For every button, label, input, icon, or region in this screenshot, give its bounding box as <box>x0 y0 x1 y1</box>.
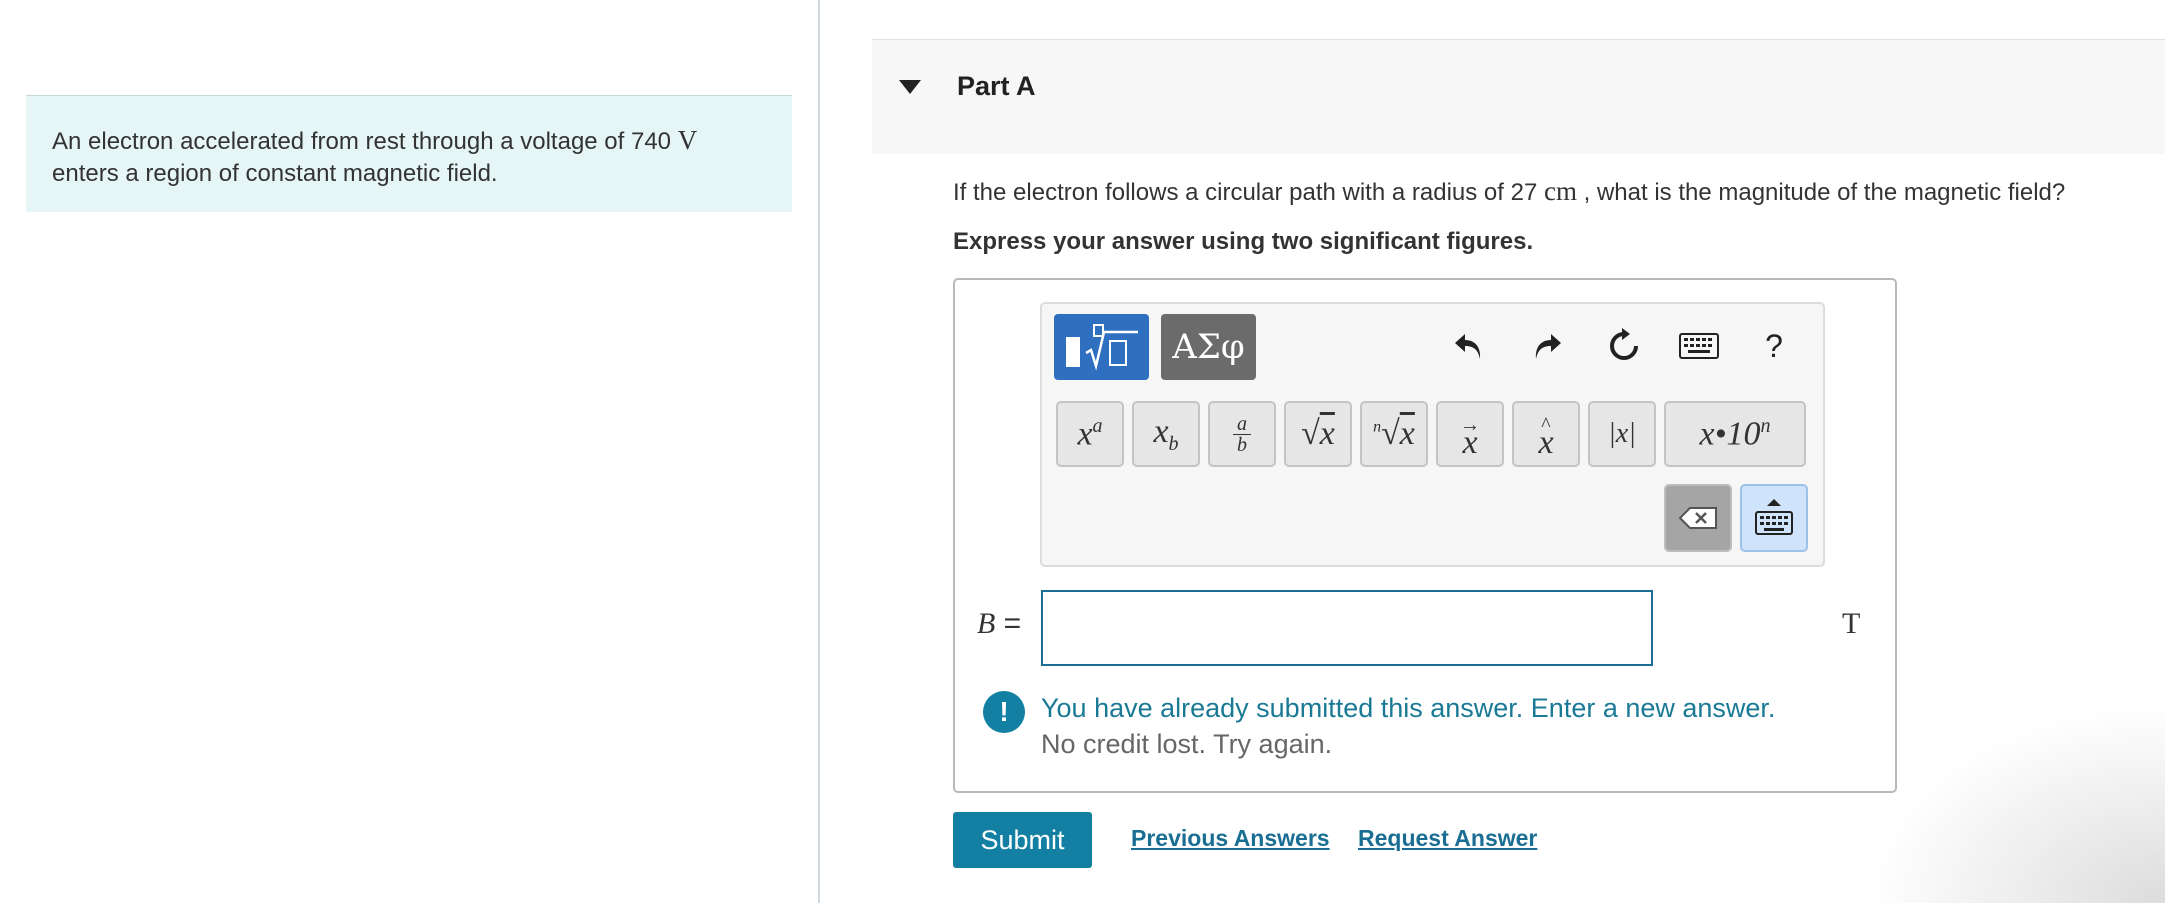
subscript-key[interactable]: xb <box>1132 401 1200 467</box>
square-root-key[interactable]: √x <box>1284 401 1352 467</box>
intro-text: An electron accelerated from rest throug… <box>52 128 678 155</box>
answer-variable: B <box>977 607 996 640</box>
help-icon[interactable]: ? <box>1752 324 1796 368</box>
unit-vector-key[interactable]: ^ x <box>1512 401 1580 467</box>
problem-intro-pane: An electron accelerated from rest throug… <box>0 0 820 903</box>
vector-key[interactable]: → x <box>1436 401 1504 467</box>
part-title: Part A <box>957 71 1036 101</box>
answer-unit: T <box>1842 607 1861 640</box>
redo-icon[interactable] <box>1525 324 1569 368</box>
answer-input[interactable] <box>1041 590 1653 666</box>
templates-tab[interactable] <box>1054 314 1149 380</box>
backspace-icon <box>1678 507 1717 529</box>
math-toolbar: ΑΣφ ? xa xb ab √x n√x → x ^ x |x| x•10n <box>1040 302 1825 567</box>
superscript-key[interactable]: xa <box>1056 401 1124 467</box>
reset-icon[interactable] <box>1602 324 1646 368</box>
equals-sign: = <box>1003 607 1022 640</box>
feedback-message: You have already submitted this answer. … <box>1041 693 1776 723</box>
backspace-key[interactable] <box>1664 484 1732 552</box>
question-text: If the electron follows a circular path … <box>953 176 2065 207</box>
question-text-end: , what is the magnitude of the magnetic … <box>1576 179 2066 206</box>
nth-root-key[interactable]: n√x <box>1360 401 1428 467</box>
collapse-caret-icon[interactable] <box>899 80 921 94</box>
warning-icon: ! <box>983 691 1025 733</box>
fraction-key[interactable]: ab <box>1208 401 1276 467</box>
show-keyboard-key[interactable] <box>1740 484 1808 552</box>
absolute-value-key[interactable]: |x| <box>1588 401 1656 467</box>
intro-unit: V <box>677 125 698 155</box>
instruction-text: Express your answer using two significan… <box>953 228 1534 255</box>
part-header[interactable]: Part A <box>872 39 2165 154</box>
intro-text-continued: enters a region of constant magnetic fie… <box>52 160 498 187</box>
keyboard-up-icon <box>1755 499 1793 535</box>
undo-icon[interactable] <box>1447 324 1491 368</box>
greek-symbols-tab[interactable]: ΑΣφ <box>1161 314 1256 380</box>
submit-button[interactable]: Submit <box>953 812 1092 868</box>
scientific-notation-key[interactable]: x•10n <box>1664 401 1806 467</box>
previous-answers-link[interactable]: Previous Answers <box>1131 825 1330 852</box>
corner-shadow <box>1865 703 2165 903</box>
question-unit: cm <box>1543 176 1577 206</box>
keyboard-icon[interactable] <box>1674 324 1724 368</box>
feedback-subtext: No credit lost. Try again. <box>1041 729 1333 759</box>
question-text-start: If the electron follows a circular path … <box>953 179 1544 206</box>
templates-icon <box>1065 324 1138 371</box>
problem-intro: An electron accelerated from rest throug… <box>26 95 792 212</box>
answer-box: ΑΣφ ? xa xb ab √x n√x →x ^x |x| x•10n <box>953 278 1897 793</box>
answer-label: B = <box>977 607 1021 641</box>
request-answer-link[interactable]: Request Answer <box>1358 825 1537 852</box>
